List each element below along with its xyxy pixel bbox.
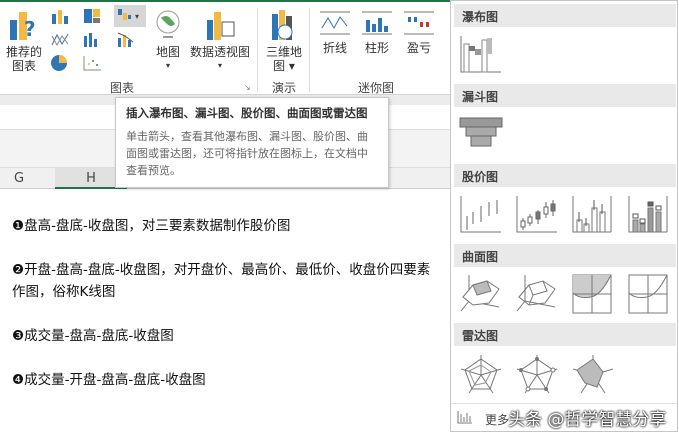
sparkline-winloss-button[interactable]: 盈亏	[400, 8, 438, 55]
text-line-3: ❸成交量-盘高-盘底-收盘图	[12, 328, 174, 344]
text-line-2: ❷开盘-盘高-盘底-收盘图，对开盘价、最高价、最低价、收盘价四要素作图，俗称K线…	[12, 262, 431, 300]
svg-text:?: ?	[24, 17, 36, 41]
radar-with-markers-option[interactable]	[515, 353, 559, 395]
scatter-chart-icon[interactable]	[82, 54, 104, 72]
ribbon-insert-charts: ? 推荐的 图表 ▾ 地图 ▾ 数据透视图 ▾ 三维地 图 ▾ 折线 柱形 盈亏 图…	[0, 0, 450, 95]
funnel-chart-option[interactable]	[459, 115, 505, 151]
stock-open-high-low-close-option[interactable]	[515, 194, 559, 234]
pie-chart-icon[interactable]	[50, 54, 72, 72]
sparkline-winloss-icon	[404, 11, 434, 35]
sparkline-line-icon	[320, 11, 350, 35]
chart-icon	[457, 411, 472, 424]
wireframe-contour-option[interactable]	[627, 273, 669, 315]
text-line-4: ❹成交量-开盘-盘高-盘底-收盘图	[12, 372, 206, 388]
filled-radar-option[interactable]	[571, 353, 615, 395]
section-header-surface: 曲面图	[454, 244, 676, 267]
pivot-chart-icon	[207, 12, 235, 40]
waterfall-chart-option[interactable]	[459, 34, 503, 74]
tooltip-title: 插入瀑布图、漏斗图、股价图、曲面图或雷达图	[126, 106, 368, 120]
3d-surface-option[interactable]	[459, 273, 503, 315]
statistic-chart-icon[interactable]	[82, 30, 104, 48]
sparkline-line-button[interactable]: 折线	[316, 8, 354, 55]
wireframe-3d-surface-option[interactable]	[515, 273, 559, 315]
svg-text:▾: ▾	[135, 12, 139, 21]
dialog-launcher-icon[interactable]: ↘	[244, 83, 251, 92]
radar-option[interactable]	[459, 353, 503, 395]
3d-map-button[interactable]: 三维地 图 ▾	[262, 8, 306, 73]
section-header-waterfall: 瀑布图	[454, 4, 676, 27]
article-text: ❶盘高-盘底-收盘图，对三要素数据制作股价图 ❷开盘-盘高-盘底-收盘图，对开盘…	[12, 215, 442, 413]
globe-icon	[156, 10, 180, 38]
recommended-charts-icon: ?	[10, 12, 36, 41]
group-label-tours: 演示	[272, 81, 297, 95]
waterfall-stock-dropdown-button[interactable]: ▾	[114, 5, 146, 27]
combo-chart-icon[interactable]	[116, 30, 138, 48]
tooltip: 插入瀑布图、漏斗图、股价图、曲面图或雷达图 单击箭头，查看其他瀑布图、漏斗图、股…	[115, 97, 389, 188]
recommended-charts-button[interactable]: ? 推荐的 图表	[4, 8, 44, 73]
separator	[309, 8, 310, 92]
contour-option[interactable]	[571, 273, 613, 315]
hierarchy-chart-icon[interactable]	[82, 7, 104, 25]
pivot-chart-button[interactable]: 数据透视图 ▾	[188, 8, 252, 73]
separator	[257, 8, 258, 92]
stock-volume-ohlc-option[interactable]	[627, 194, 671, 234]
stock-high-low-close-option[interactable]	[459, 194, 503, 234]
sparkline-column-icon	[362, 11, 392, 35]
waterfall-chart-icon: ▾	[118, 9, 139, 21]
group-label-charts: 图表	[110, 81, 135, 95]
section-header-stock: 股价图	[454, 164, 676, 187]
chart-type-dropdown-panel: 瀑布图 漏斗图 股价图 曲面图 雷达图 更多	[450, 0, 678, 432]
sparkline-column-button[interactable]: 柱形	[358, 8, 396, 55]
column-chart-icon[interactable]	[50, 7, 72, 25]
tooltip-description: 单击箭头，查看其他瀑布图、漏斗图、股价图、曲面图或雷达图，还可将指针放在图标上，…	[126, 130, 368, 177]
group-label-sparklines: 迷你图	[358, 81, 395, 95]
column-header-g[interactable]: G	[14, 171, 24, 186]
stock-volume-high-low-close-option[interactable]	[571, 194, 615, 234]
watermark: 头条 @哲学智慧分享	[508, 410, 667, 430]
section-header-funnel: 漏斗图	[454, 84, 676, 107]
3d-map-icon	[272, 10, 293, 40]
section-header-radar: 雷达图	[454, 323, 676, 346]
map-chart-button[interactable]: 地图 ▾	[150, 8, 186, 73]
line-chart-icon[interactable]	[50, 30, 72, 48]
text-line-1: ❶盘高-盘底-收盘图，对三要素数据制作股价图	[12, 218, 291, 234]
